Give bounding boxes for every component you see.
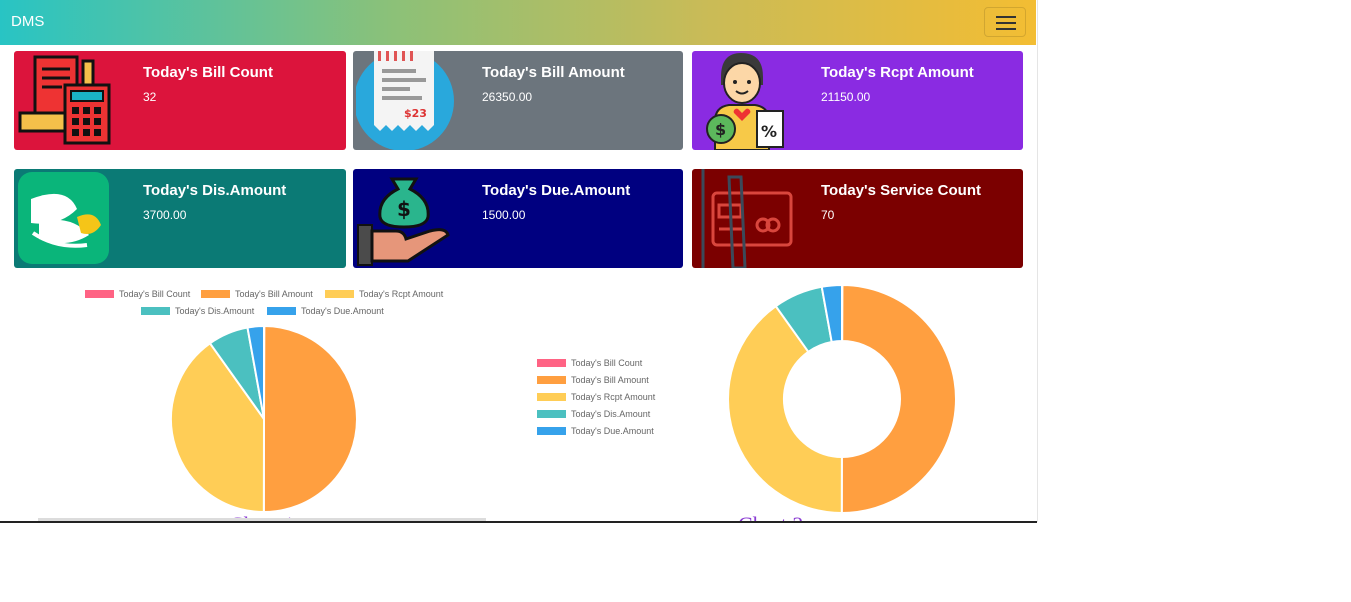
card-service-count[interactable]: Today's Service Count 70	[692, 169, 1023, 268]
legend-label: Today's Rcpt Amount	[571, 392, 656, 402]
card-title: Today's Service Count	[821, 182, 981, 199]
receipt-icon: $23	[356, 51, 454, 150]
card-bill-amount[interactable]: $23 Today's Bill Amount 26350.00	[353, 51, 683, 150]
legend-label: Today's Rcpt Amount	[359, 289, 444, 299]
leaf-app-icon	[18, 172, 109, 264]
legend-label: Today's Dis.Amount	[175, 306, 255, 316]
card-dis-amount[interactable]: Today's Dis.Amount 3700.00	[14, 169, 346, 268]
legend-label: Today's Dis.Amount	[571, 409, 651, 419]
credit-card-machine-icon	[701, 169, 793, 268]
dashboard-viewport: DMS Today's Bill Count 32 $23 Today's Bi…	[0, 0, 1038, 522]
legend-label: Today's Bill Amount	[235, 289, 313, 299]
cash-register-icon	[18, 55, 111, 145]
pie-slice[interactable]	[840, 283, 958, 515]
chart2-donut	[727, 283, 958, 515]
card-rcpt-amount[interactable]: $ % Today's Rcpt Amount 21150.00	[692, 51, 1023, 150]
card-value: 3700.00	[143, 208, 187, 222]
svg-text:$: $	[715, 120, 726, 139]
legend-swatch	[537, 359, 566, 367]
legend-label: Today's Due.Amount	[571, 426, 654, 436]
legend-swatch	[141, 307, 170, 315]
legend-swatch	[537, 410, 566, 418]
card-title: Today's Rcpt Amount	[821, 64, 974, 81]
card-value: 70	[821, 208, 835, 222]
svg-text:$: $	[397, 197, 411, 221]
legend-swatch	[537, 376, 566, 384]
svg-text:%: %	[761, 122, 777, 141]
legend-swatch	[537, 427, 566, 435]
card-value: 32	[143, 90, 157, 104]
card-bill-count[interactable]: Today's Bill Count 32	[14, 51, 346, 150]
legend-swatch	[267, 307, 296, 315]
person-money-icon: $ %	[706, 53, 784, 150]
card-title: Today's Due.Amount	[482, 182, 631, 199]
svg-text:$23: $23	[404, 107, 427, 120]
card-title: Today's Dis.Amount	[143, 182, 287, 199]
money-bag-hand-icon: $	[357, 177, 450, 266]
card-value: 1500.00	[482, 208, 526, 222]
legend-label: Today's Bill Count	[119, 289, 191, 299]
legend-label: Today's Bill Count	[571, 358, 643, 368]
legend-swatch	[537, 393, 566, 401]
card-title: Today's Bill Count	[143, 64, 273, 81]
card-value: 26350.00	[482, 90, 533, 104]
legend-label: Today's Bill Amount	[571, 375, 649, 385]
viewport-bottom-edge	[0, 521, 1037, 523]
legend-swatch	[325, 290, 354, 298]
card-title: Today's Bill Amount	[482, 64, 625, 81]
card-value: 21150.00	[821, 90, 871, 104]
legend-label: Today's Due.Amount	[301, 306, 384, 316]
navbar: DMS	[0, 0, 1036, 45]
brand-logo-text[interactable]: DMS	[11, 13, 44, 30]
pie-slice[interactable]	[262, 324, 359, 514]
legend-swatch	[201, 290, 230, 298]
menu-toggle-button[interactable]	[984, 7, 1026, 37]
chart1-pie	[170, 324, 359, 514]
card-due-amount[interactable]: $ Today's Due.Amount 1500.00	[353, 169, 683, 268]
legend-swatch	[85, 290, 114, 298]
